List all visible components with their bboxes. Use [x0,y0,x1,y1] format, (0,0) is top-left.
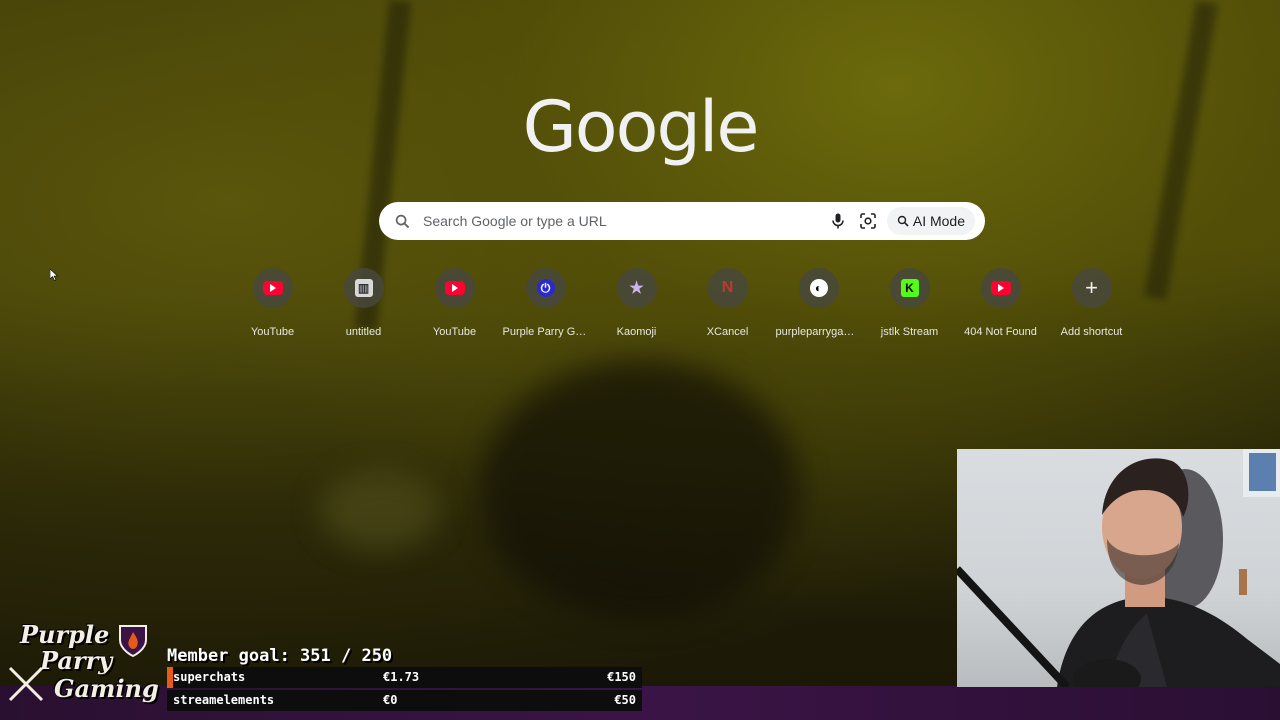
shortcut-jstlk-stream[interactable]: K jstlk Stream [864,268,955,338]
shortcut-icon-bg: ★ [616,268,657,308]
shortcut-label: Kaomoji [616,326,657,338]
shortcut-icon-bg: ◐ [798,268,839,308]
brand-line-2: Parry [40,646,113,675]
shortcut-icon-bg [252,268,293,308]
shortcut-icon-bg: K [889,268,930,308]
background-shadow [480,360,800,620]
goal-name: streamelements [173,693,275,707]
youtube-icon [990,281,1011,295]
shortcut-icon-bg: ⏻ [525,268,566,308]
shortcut-youtube-2[interactable]: YouTube [409,268,500,338]
goal-current: €1.73 [383,670,420,684]
shortcut-purpleparrygam[interactable]: ◐ purpleparrygam... [773,268,864,338]
shortcut-404-not-found[interactable]: 404 Not Found [955,268,1046,338]
purpleparry-dark-icon: ◐ [809,279,828,297]
shortcut-untitled[interactable]: ▥ untitled [318,268,409,338]
webcam-feed [957,449,1280,687]
shortcut-label: untitled [345,326,382,338]
shortcuts-row: YouTube ▥ untitled YouTube ⏻ Purple Parr… [227,268,1137,338]
shortcut-label: XCancel [706,326,749,338]
brand-line-1: Purple [20,620,110,649]
shortcut-icon-bg [434,268,475,308]
shortcut-icon-bg: ▥ [343,268,384,308]
brand-line-3: Gaming [54,674,159,703]
image-search-button[interactable] [853,206,883,236]
shortcut-label: purpleparrygam... [775,326,862,338]
search-icon [393,212,411,230]
goal-target: €150 [607,670,636,684]
ai-mode-button[interactable]: AI Mode [886,207,975,235]
search-box[interactable]: AI Mode [379,202,985,240]
goal-current: €0 [383,693,398,707]
untitled-page-icon: ▥ [354,279,373,297]
shortcut-purple-parry[interactable]: ⏻ Purple Parry Ga... [500,268,591,338]
shield-flame-icon [119,625,147,658]
voice-search-button[interactable] [823,206,853,236]
shortcut-label: Purple Parry Ga... [502,326,589,338]
shortcut-kaomoji[interactable]: ★ Kaomoji [591,268,682,338]
goal-name: superchats [173,670,246,684]
kick-icon: K [900,279,919,297]
plus-icon: + [1085,275,1098,300]
shortcut-label: Add shortcut [1060,326,1123,338]
search-input[interactable] [423,213,823,229]
member-goal-text: Member goal: 351 / 250 [167,646,393,666]
ai-search-icon [897,215,909,227]
goal-progress-fill [167,667,173,688]
youtube-icon [262,281,283,295]
ai-mode-label: AI Mode [912,213,965,229]
background-highlight [320,470,440,550]
purple-parry-gaming-logo: Purple Parry Gaming [6,620,166,716]
xcancel-icon: N [721,279,734,296]
shortcut-label: YouTube [250,326,295,338]
google-logo: Google [522,86,760,168]
youtube-icon [444,281,465,295]
shortcut-label: 404 Not Found [964,326,1037,338]
goal-target: €50 [614,693,636,707]
crossed-swords-icon [8,666,44,702]
shortcut-icon-bg [980,268,1021,308]
shortcut-label: YouTube [432,326,477,338]
goal-row-superchats: superchats €1.73 €150 [167,667,642,688]
shortcut-xcancel[interactable]: N XCancel [682,268,773,338]
shortcut-youtube[interactable]: YouTube [227,268,318,338]
kaomoji-icon: ★ [629,280,644,297]
microphone-icon [832,213,844,229]
shortcut-label: jstlk Stream [880,326,939,338]
add-shortcut-button[interactable]: + Add shortcut [1046,268,1137,338]
goal-row-streamelements: streamelements €0 €50 [167,690,642,711]
purple-parry-icon: ⏻ [536,279,555,297]
shortcut-icon-bg: + [1071,268,1112,308]
lens-camera-icon [860,213,876,229]
mouse-cursor-icon [50,269,59,281]
shortcut-icon-bg: N [707,268,748,308]
